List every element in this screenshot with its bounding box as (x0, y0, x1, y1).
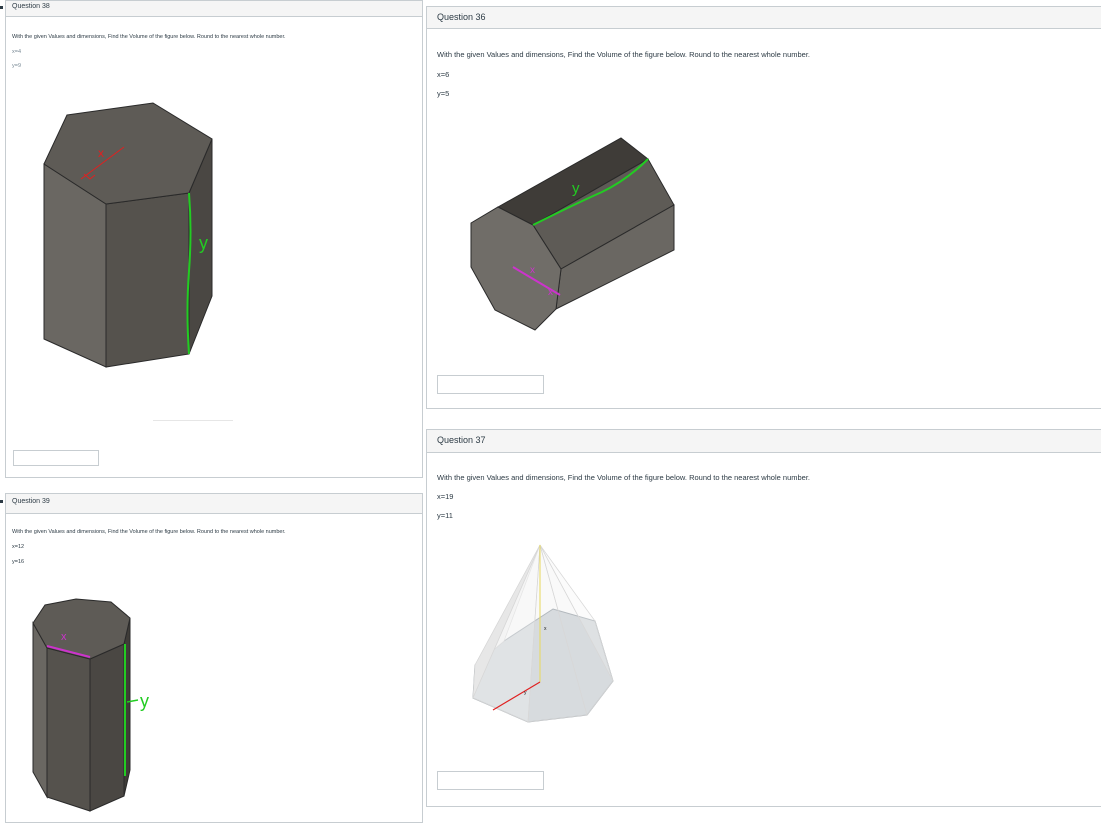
octagonal-prism-figure: x y (32, 598, 149, 812)
label-y: y (572, 180, 580, 197)
label-x: x (98, 146, 104, 160)
prism-front-face (46, 647, 91, 812)
bullet-marker (0, 6, 3, 9)
question-39-panel: Question 39 With the given Values and di… (5, 493, 423, 823)
question-37-answer-input[interactable] (437, 771, 544, 790)
divider-line (153, 420, 233, 421)
question-37-panel: Question 37 With the given Values and di… (426, 429, 1101, 807)
horizontal-octagonal-prism-figure: x x y (470, 137, 675, 331)
bullet-marker (0, 500, 3, 503)
prism-front-face (105, 192, 190, 368)
question-36-panel: Question 36 With the given Values and di… (426, 6, 1101, 409)
question-38-panel: Question 38 With the given Values and di… (5, 0, 423, 478)
prism-right-face (89, 643, 125, 812)
label-x: x (61, 631, 67, 643)
prism-left-face (32, 621, 48, 799)
label-y: y (199, 233, 208, 253)
label-x-1: x (530, 265, 535, 276)
question-38-answer-input[interactable] (13, 450, 99, 466)
label-x-2: x (548, 287, 553, 298)
question-36-answer-input[interactable] (437, 375, 544, 394)
octagonal-pyramid-figure: x y (472, 544, 614, 723)
label-y: y (140, 691, 149, 711)
hexagonal-prism-figure: x y (43, 102, 213, 368)
